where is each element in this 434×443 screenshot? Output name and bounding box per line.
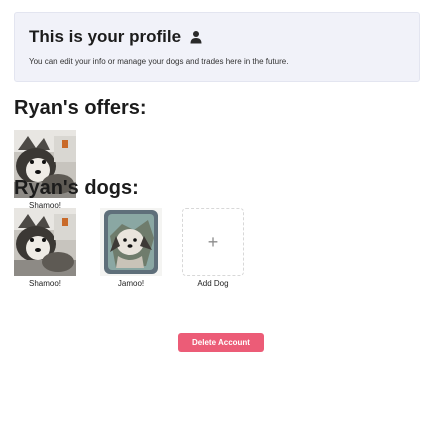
husky-photo [14,208,76,276]
add-dog-button[interactable]: + [182,208,244,276]
profile-subtitle: You can edit your info or manage your do… [29,57,289,66]
profile-heading: This is your profile [29,27,203,47]
dog-card[interactable]: Jamoo! [100,208,162,288]
dogs-heading: Ryan's dogs: [14,177,139,199]
plus-icon: + [207,232,219,252]
delete-account-button[interactable]: Delete Account [178,333,264,352]
add-dog-card[interactable]: + Add Dog [182,208,244,288]
add-dog-label: Add Dog [197,279,229,288]
user-icon [189,30,203,44]
profile-banner: This is your profile You can edit your i… [14,12,420,82]
dog-name: Shamoo! [28,279,62,288]
dog-name: Jamoo! [117,279,145,288]
profile-page: This is your profile You can edit your i… [0,0,434,443]
dog-card[interactable]: Shamoo! [14,208,76,288]
profile-title: This is your profile [29,27,182,46]
puppy-photo [100,208,162,276]
offers-heading: Ryan's offers: [14,97,147,119]
